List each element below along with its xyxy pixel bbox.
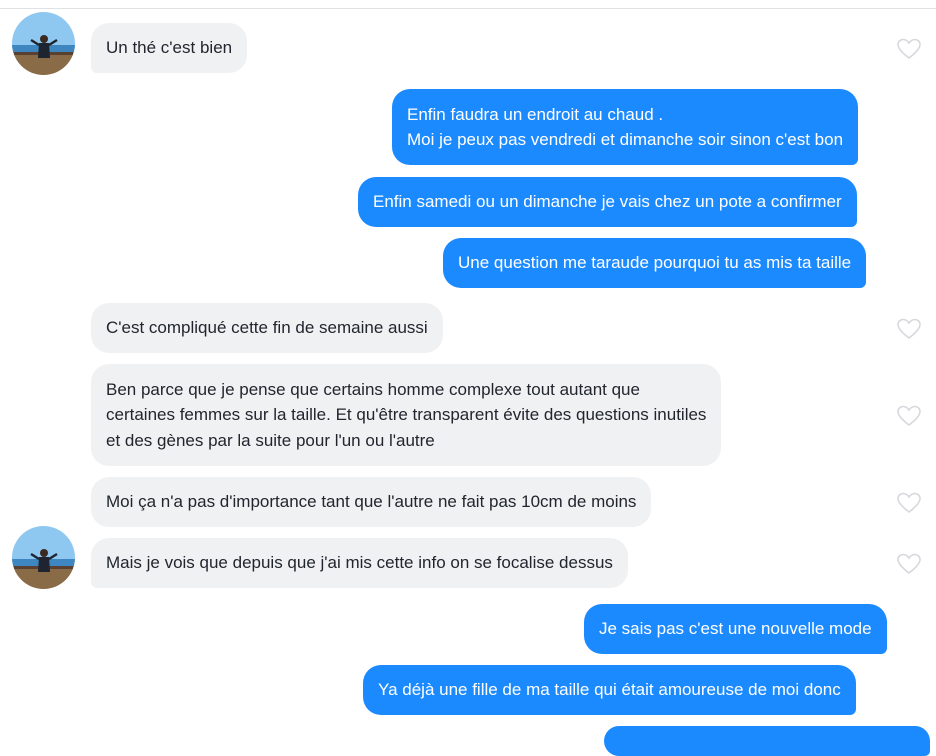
- avatar-photo: [12, 526, 75, 589]
- message-text: Enfin samedi ou un dimanche je vais chez…: [373, 192, 842, 212]
- incoming-message[interactable]: Moi ça n'a pas d'importance tant que l'a…: [91, 477, 652, 527]
- avatar-photo: [12, 12, 75, 75]
- like-heart-icon[interactable]: [896, 491, 922, 515]
- outgoing-message[interactable]: Enfin samedi ou un dimanche je vais chez…: [358, 177, 857, 227]
- message-text-line: Enfin faudra un endroit au chaud .: [407, 104, 664, 124]
- message-text-line: certaines femmes sur la taille. Et qu'êt…: [106, 405, 707, 425]
- message-text: C'est compliqué cette fin de semaine aus…: [106, 318, 428, 338]
- outgoing-message[interactable]: Ya déjà une fille de ma taille qui était…: [363, 665, 856, 715]
- incoming-message[interactable]: Ben parce que je pense que certains homm…: [91, 364, 722, 466]
- message-text-line: et des gènes par la suite pour l'un ou l…: [106, 430, 435, 450]
- contact-avatar[interactable]: [12, 526, 75, 589]
- message-text-line: Moi je peux pas vendredi et dimanche soi…: [407, 130, 844, 149]
- contact-avatar[interactable]: [12, 12, 75, 75]
- like-heart-icon[interactable]: [896, 404, 922, 428]
- message-text: Ya déjà une fille de ma taille qui était…: [378, 680, 841, 700]
- incoming-message[interactable]: Un thé c'est bien: [91, 23, 248, 73]
- message-text: Une question me taraude pourquoi tu as m…: [458, 253, 852, 273]
- outgoing-message[interactable]: Une question me taraude pourquoi tu as m…: [443, 238, 867, 288]
- message-text: Un thé c'est bien: [106, 38, 233, 58]
- outgoing-message-partial[interactable]: [604, 726, 930, 756]
- outgoing-message[interactable]: Enfin faudra un endroit au chaud . Moi j…: [392, 89, 859, 165]
- message-text: Moi ça n'a pas d'importance tant que l'a…: [106, 492, 637, 512]
- header-divider: [0, 8, 936, 9]
- message-text-line: Ben parce que je pense que certains homm…: [106, 379, 640, 399]
- message-text: Je sais pas c'est une nouvelle mode: [599, 619, 872, 639]
- like-heart-icon[interactable]: [896, 317, 922, 341]
- incoming-message[interactable]: C'est compliqué cette fin de semaine aus…: [91, 303, 443, 353]
- like-heart-icon[interactable]: [896, 37, 922, 61]
- message-text: Mais je vois que depuis que j'ai mis cet…: [106, 553, 613, 573]
- incoming-message[interactable]: Mais je vois que depuis que j'ai mis cet…: [91, 538, 628, 588]
- like-heart-icon[interactable]: [896, 552, 922, 576]
- outgoing-message[interactable]: Je sais pas c'est une nouvelle mode: [584, 604, 887, 654]
